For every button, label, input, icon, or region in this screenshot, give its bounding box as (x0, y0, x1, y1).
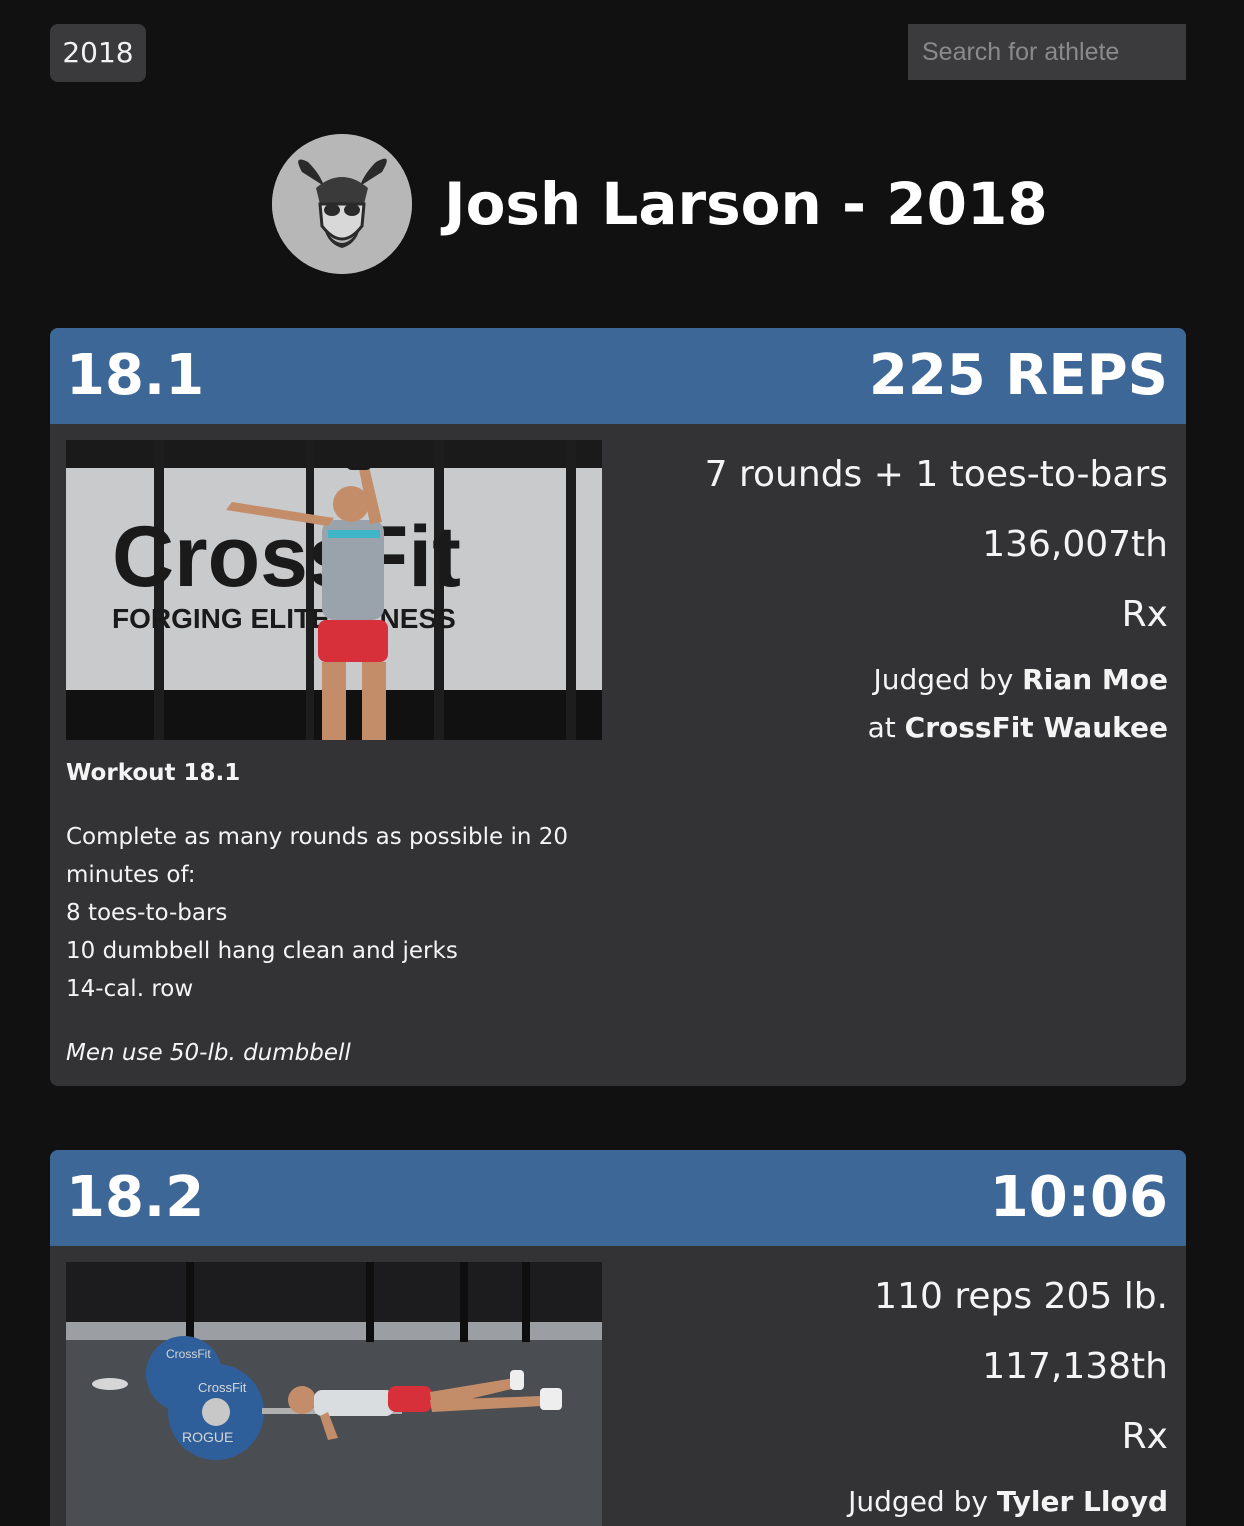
athlete-header: Josh Larson - 2018 (272, 134, 1048, 274)
workout-score: 225 REPS (868, 343, 1168, 408)
workout-card-header: 18.1 225 REPS (50, 328, 1186, 424)
plate-text: CrossFit (198, 1380, 247, 1395)
workout-description-title: Workout 18.1 (66, 760, 241, 786)
workout-rank: 136,007th (982, 524, 1168, 565)
gym-name: CrossFit Waukee (904, 711, 1168, 744)
description-line: 10 dumbbell hang clean and jerks (66, 938, 458, 964)
workout-image: CrossFit FORGING ELITE FITNESS (66, 440, 602, 740)
description-line: minutes of: (66, 862, 196, 888)
workout-stats: 110 reps 205 lb. 117,138th Rx Judged by … (848, 1262, 1168, 1526)
workout-card: 18.2 10:06 CrossFit CrossFit ROGUE 110 r… (50, 1150, 1186, 1526)
workout-rank: 117,138th (982, 1346, 1168, 1387)
athlete-avatar (272, 134, 412, 274)
workout-division: Rx (1121, 1416, 1168, 1457)
top-bar: 2018 (0, 0, 1244, 100)
judge-line: Judged by Tyler Lloyd (848, 1478, 1168, 1526)
image-crossfit-text: CrossFit (112, 509, 461, 605)
judged-by-label: Judged by (848, 1485, 988, 1518)
at-label: at (867, 711, 896, 744)
workout-number: 18.1 (66, 343, 205, 408)
workout-note: Men use 50-lb. dumbbell (66, 1040, 351, 1066)
workout-stats: 7 rounds + 1 toes-to-bars 136,007th Rx J… (705, 440, 1168, 752)
description-line: Complete as many rounds as possible in 2… (66, 824, 569, 850)
workout-number: 18.2 (66, 1165, 205, 1230)
workout-score: 10:06 (989, 1165, 1168, 1230)
workout-result: 7 rounds + 1 toes-to-bars (704, 454, 1168, 495)
judge-line: Judged by Rian Moe (705, 656, 1168, 704)
image-tagline-text: FORGING ELITE FITNESS (112, 603, 456, 634)
description-line: 14-cal. row (66, 976, 194, 1002)
workout-card-header: 18.2 10:06 (50, 1150, 1186, 1246)
plate-brand-text: ROGUE (182, 1429, 233, 1445)
athlete-search-input[interactable] (908, 24, 1186, 80)
plate-text: CrossFit (166, 1347, 211, 1361)
athlete-title: Josh Larson - 2018 (444, 170, 1048, 238)
judged-by-label: Judged by (873, 663, 1014, 696)
workout-division: Rx (1121, 594, 1168, 635)
judge-name: Tyler Lloyd (996, 1485, 1168, 1518)
judge-name: Rian Moe (1022, 663, 1168, 696)
description-line: 8 toes-to-bars (66, 900, 228, 926)
gym-line: at CrossFit Waukee (705, 704, 1168, 752)
viking-mascot-icon (272, 134, 412, 274)
workout-card: 18.1 225 REPS CrossFit FORGING ELITE FIT… (50, 328, 1186, 1086)
workout-image: CrossFit CrossFit ROGUE (66, 1262, 602, 1526)
workout-result: 110 reps 205 lb. (874, 1276, 1168, 1317)
workout-description: Workout 18.1 Complete as many rounds as … (66, 754, 586, 1072)
year-selector-button[interactable]: 2018 (50, 24, 146, 82)
